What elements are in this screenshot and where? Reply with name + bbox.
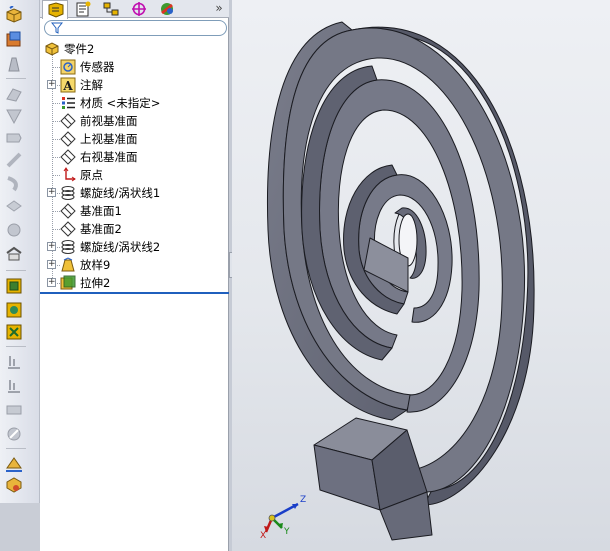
tree-item-plane-2[interactable]: 基准面2 <box>60 220 122 238</box>
tree-item-right-plane[interactable]: 右视基准面 <box>60 148 138 166</box>
extruded-boss-icon[interactable] <box>4 6 24 26</box>
tree-item-label: 右视基准面 <box>80 150 138 164</box>
linear-pattern-icon[interactable] <box>4 400 24 420</box>
swept-boss-icon[interactable] <box>4 54 24 74</box>
tree-item-front-plane[interactable]: 前视基准面 <box>60 112 138 130</box>
fillet-icon[interactable] <box>4 244 24 264</box>
extruded-cut-icon[interactable] <box>4 128 24 148</box>
revolved-cut-icon[interactable] <box>4 150 24 170</box>
curves-icon[interactable] <box>4 476 24 496</box>
tree-item-label: 放样9 <box>80 258 111 272</box>
rollback-bar[interactable] <box>40 292 229 294</box>
tree-item-plane-1[interactable]: 基准面1 <box>60 202 122 220</box>
part-icon <box>44 41 60 57</box>
draft-icon[interactable] <box>4 300 24 320</box>
sensor-icon <box>60 59 76 75</box>
mirror-icon[interactable] <box>4 424 24 444</box>
featuremanager-tab[interactable] <box>42 0 68 19</box>
tree-item-sensors[interactable]: 传感器 <box>60 58 115 76</box>
tree-item-helix-2[interactable]: 螺旋线/涡状线2 <box>60 238 160 256</box>
tree-item-label: 材质 <未指定> <box>80 96 161 110</box>
tree-root-part[interactable]: 零件2 <box>44 40 94 58</box>
graphics-area[interactable]: Z Y X <box>232 0 610 551</box>
expand-helix1-button[interactable]: + <box>47 188 56 197</box>
swept-cut-icon[interactable] <box>4 174 24 194</box>
x-axis-label: X <box>260 531 266 538</box>
tree-item-label: 螺旋线/涡状线1 <box>80 186 161 200</box>
wrap-icon[interactable] <box>4 352 24 372</box>
tree-item-top-plane[interactable]: 上视基准面 <box>60 130 138 148</box>
plane-icon <box>60 113 76 129</box>
shell-icon[interactable] <box>4 322 24 342</box>
tree-item-label: 基准面2 <box>80 222 122 236</box>
z-axis-label: Z <box>300 495 306 505</box>
tree-item-label: 上视基准面 <box>80 132 138 146</box>
tree-item-label: 前视基准面 <box>80 114 138 128</box>
helix-icon <box>60 185 76 201</box>
origin-icon <box>60 167 76 183</box>
features-toolbar <box>0 0 40 551</box>
expand-annotations-button[interactable]: + <box>47 80 56 89</box>
feature-manager-tabs: » <box>40 0 229 19</box>
expand-extrude2-button[interactable]: + <box>47 278 56 287</box>
dimxpert-tab[interactable] <box>126 0 152 18</box>
spiral-model[interactable] <box>232 0 610 551</box>
extrude-icon <box>60 275 76 291</box>
tree-item-annotations[interactable]: A 注解 <box>60 76 103 94</box>
tree-item-label: 基准面1 <box>80 204 122 218</box>
tree-item-extrude-2[interactable]: 拉伸2 <box>60 274 110 292</box>
y-axis-label: Y <box>283 527 290 537</box>
svg-text:A: A <box>62 79 73 93</box>
orientation-triad: Z Y X <box>260 495 306 538</box>
plane-icon <box>60 221 76 237</box>
revolved-boss-icon[interactable] <box>4 30 24 50</box>
helix-icon <box>60 239 76 255</box>
propertymanager-tab[interactable] <box>70 0 96 18</box>
lofted-boss-icon[interactable] <box>4 84 24 104</box>
loft-icon <box>60 257 76 273</box>
tree-item-material[interactable]: 材质 <未指定> <box>60 94 160 112</box>
boundary-boss-icon[interactable] <box>4 106 24 126</box>
tree-item-label: 拉伸2 <box>80 276 111 290</box>
filter-icon <box>51 22 63 34</box>
plane-icon <box>60 131 76 147</box>
annotations-icon: A <box>60 77 76 93</box>
intersect-icon[interactable] <box>4 376 24 396</box>
tree-filter-input[interactable] <box>44 20 227 36</box>
configurationmanager-tab[interactable] <box>98 0 124 18</box>
lofted-cut-icon[interactable] <box>4 196 24 216</box>
reference-geometry-icon[interactable] <box>4 454 24 474</box>
plane-icon <box>60 203 76 219</box>
tree-item-label: 零件2 <box>64 42 95 56</box>
tree-item-loft-9[interactable]: 放样9 <box>60 256 110 274</box>
rib-icon[interactable] <box>4 276 24 296</box>
expand-loft9-button[interactable]: + <box>47 260 56 269</box>
plane-icon <box>60 149 76 165</box>
tree-item-origin[interactable]: 原点 <box>60 166 103 184</box>
tree-item-label: 注解 <box>80 78 103 92</box>
feature-manager-panel: » 零件2 传感器 + A 注解 材质 <未指定> 前视基准面 上视基准面 右视… <box>40 0 229 551</box>
display-manager-tab[interactable] <box>154 0 180 18</box>
tree-item-label: 原点 <box>80 168 103 182</box>
boundary-cut-icon[interactable] <box>4 220 24 240</box>
tree-item-label: 传感器 <box>80 60 115 74</box>
tree-item-helix-1[interactable]: 螺旋线/涡状线1 <box>60 184 160 202</box>
tree-item-label: 螺旋线/涡状线2 <box>80 240 161 254</box>
expand-panel-button[interactable]: » <box>211 0 227 18</box>
material-icon <box>60 95 76 111</box>
expand-helix2-button[interactable]: + <box>47 242 56 251</box>
